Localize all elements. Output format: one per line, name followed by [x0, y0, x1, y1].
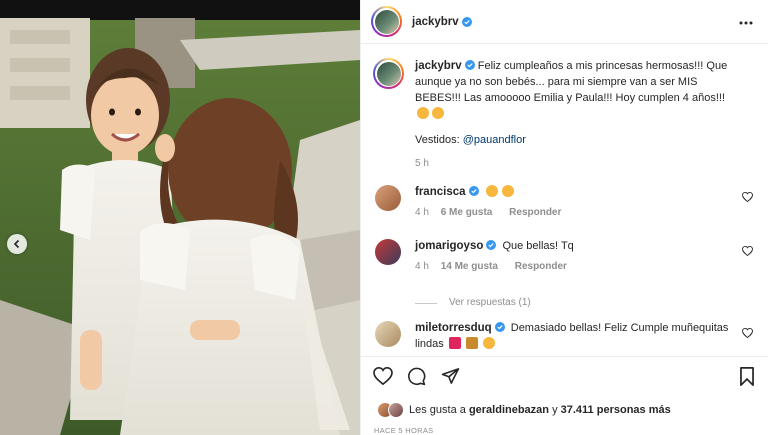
verified-icon	[494, 322, 505, 332]
post-photo[interactable]	[0, 0, 360, 435]
heart-icon[interactable]	[742, 245, 753, 259]
comment-time: 4 h	[415, 207, 429, 218]
comment-item: francisca 4 h 6 Me gusta Responder	[373, 184, 763, 224]
post-side-panel: jackybrv jackybrv Feliz cumpleaños a mis…	[360, 0, 768, 435]
chevron-left-icon[interactable]	[7, 234, 27, 254]
view-replies-button[interactable]: Ver respuestas (1)	[415, 295, 737, 311]
post-header: jackybrv	[361, 0, 768, 44]
divider-line	[415, 302, 437, 304]
caption-item: jackybrv Feliz cumpleaños a mis princesa…	[373, 58, 763, 178]
view-replies-label: Ver respuestas (1)	[449, 297, 531, 308]
comment-likes[interactable]: 14 Me gusta	[441, 261, 498, 272]
instagram-post-view: jackybrv jackybrv Feliz cumpleaños a mis…	[0, 0, 768, 435]
red-heart-emoji-icon	[448, 337, 461, 349]
comment-icon[interactable]	[407, 367, 426, 389]
reply-button[interactable]: Responder	[515, 261, 567, 272]
verified-icon	[464, 60, 475, 70]
comment-username[interactable]: miletorresduq	[415, 322, 492, 334]
share-icon[interactable]	[441, 367, 460, 388]
vestidos-mention-link[interactable]: @pauandflor	[463, 134, 526, 146]
comments-list[interactable]: jackybrv Feliz cumpleaños a mis princesa…	[361, 44, 768, 356]
heart-icon[interactable]	[373, 366, 393, 388]
comment-meta: 4 h 6 Me gusta Responder	[415, 205, 737, 221]
post-timestamp[interactable]: HACE 5 HORAS	[374, 426, 433, 435]
comment-username[interactable]: jomarigoyso	[415, 240, 483, 252]
photo-image	[0, 0, 360, 435]
likers-avatars[interactable]	[377, 402, 404, 418]
likes-prefix: Les gusta a	[409, 404, 466, 416]
smiling-hearts-emoji-icon	[482, 337, 495, 349]
comment-item: miletorresduq Demasiado bellas! Feliz Cu…	[373, 320, 763, 356]
comment-text: Que bellas! Tq	[502, 240, 574, 252]
heart-eyes-emoji-icon	[501, 185, 514, 197]
verified-icon	[486, 240, 497, 250]
comment-avatar[interactable]	[375, 239, 401, 265]
bookmark-icon[interactable]	[739, 367, 755, 389]
reply-button[interactable]: Responder	[509, 207, 561, 218]
heart-icon[interactable]	[742, 327, 753, 341]
heart-icon[interactable]	[742, 191, 753, 205]
comment-avatar[interactable]	[375, 185, 401, 211]
verified-icon	[461, 16, 472, 27]
caption-time: 5 h	[415, 158, 429, 169]
author-avatar[interactable]	[371, 6, 402, 37]
comment-meta: 4 h 14 Me gusta Responder	[415, 259, 737, 275]
author-username[interactable]: jackybrv	[412, 16, 459, 28]
comment-likes[interactable]: 6 Me gusta	[441, 207, 493, 218]
caption-username[interactable]: jackybrv	[415, 60, 462, 72]
party-popper-emoji-icon	[465, 337, 478, 349]
liker-username[interactable]: geraldinebazan	[469, 404, 549, 416]
heart-eyes-emoji-icon	[485, 185, 498, 197]
smiling-hearts-emoji-icon	[432, 107, 445, 119]
post-actions: Les gusta a geraldinebazan y 37.411 pers…	[361, 356, 768, 435]
verified-icon	[468, 186, 479, 196]
more-icon[interactable]	[739, 16, 753, 28]
comment-time: 4 h	[415, 261, 429, 272]
likes-summary: Les gusta a geraldinebazan y 37.411 pers…	[377, 402, 671, 418]
comment-avatar[interactable]	[375, 321, 401, 347]
caption-avatar[interactable]	[373, 58, 404, 89]
comment-item: jomarigoyso Que bellas! Tq 4 h 14 Me gus…	[373, 238, 763, 308]
likes-count[interactable]: 37.411 personas más	[561, 404, 671, 416]
comment-username[interactable]: francisca	[415, 186, 466, 198]
smiling-hearts-emoji-icon	[417, 107, 429, 119]
vestidos-label: Vestidos:	[415, 134, 460, 146]
likes-middle: y	[552, 404, 558, 416]
